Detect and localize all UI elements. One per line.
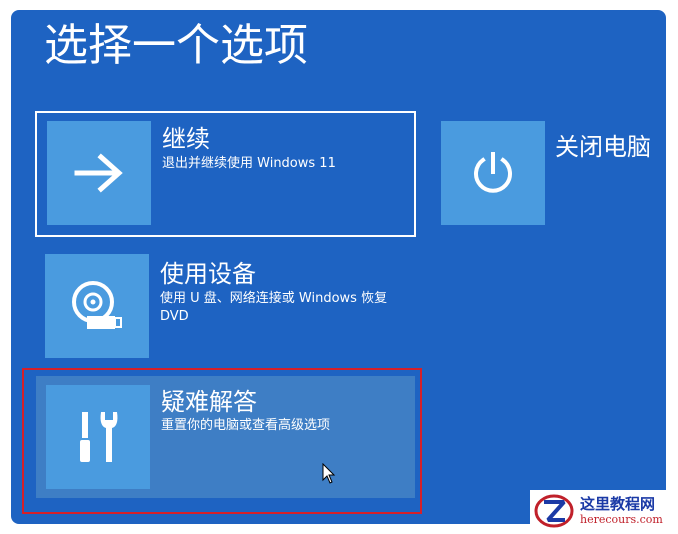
- shutdown-tile: [441, 121, 545, 225]
- watermark-url: herecours.com: [580, 513, 663, 526]
- use-device-tile: [45, 254, 149, 358]
- continue-description: 退出并继续使用 Windows 11: [162, 156, 336, 171]
- watermark-logo-icon: [534, 494, 574, 528]
- highlight-box: [22, 368, 422, 514]
- use-device-option[interactable]: 使用设备 使用 U 盘、网络连接或 Windows 恢复 DVD: [35, 248, 416, 368]
- continue-tile: [47, 121, 151, 225]
- disc-drive-icon: [72, 281, 122, 329]
- watermark: 这里教程网 herecours.com: [530, 490, 676, 532]
- mouse-cursor-icon: [322, 463, 336, 484]
- shutdown-option[interactable]: 关闭电脑: [441, 121, 661, 241]
- page-title: 选择一个选项: [44, 20, 308, 71]
- watermark-name: 这里教程网: [580, 495, 656, 513]
- continue-title: 继续: [162, 125, 210, 153]
- power-icon: [474, 152, 512, 193]
- shutdown-title: 关闭电脑: [555, 133, 651, 161]
- continue-option[interactable]: 继续 退出并继续使用 Windows 11: [35, 111, 416, 237]
- use-device-title: 使用设备: [160, 260, 256, 288]
- use-device-description: 使用 U 盘、网络连接或 Windows 恢复 DVD: [160, 291, 388, 324]
- arrow-right-icon: [74, 153, 123, 193]
